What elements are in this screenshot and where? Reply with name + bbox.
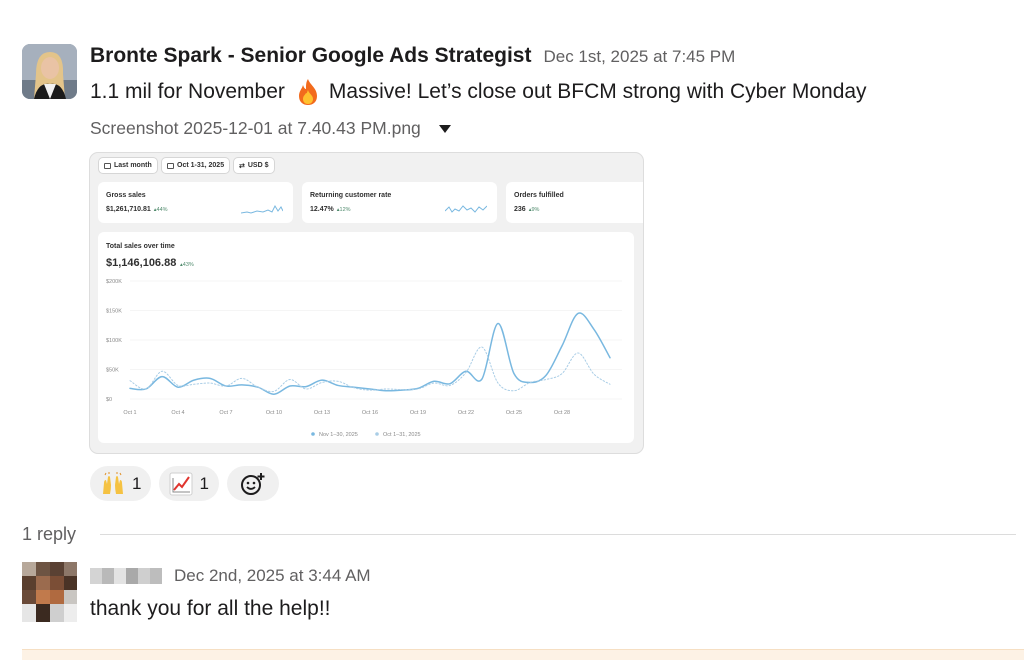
- message-header: Bronte Spark - Senior Google Ads Strateg…: [90, 44, 735, 70]
- legend-swatch: [311, 432, 315, 436]
- y-tick-label: $50K: [106, 368, 119, 374]
- kpi-value: 236 ▴9%: [514, 206, 540, 213]
- reply-author-avatar[interactable]: [22, 562, 77, 622]
- reaction-count: 1: [132, 473, 142, 493]
- x-tick-label: Oct 4: [171, 410, 184, 416]
- legend-label: Nov 1–30, 2025: [319, 432, 358, 438]
- thread-divider: 1 reply: [22, 524, 1016, 545]
- x-tick-label: Oct 22: [458, 410, 474, 416]
- kpi-value: 12.47% ▴12%: [310, 206, 351, 213]
- kpi-label: Returning customer rate: [310, 192, 392, 199]
- legend-swatch: [375, 432, 379, 436]
- reactions-bar: 1 1: [90, 466, 279, 501]
- reply-text: thank you for all the help!!: [90, 597, 331, 620]
- x-tick-label: Oct 1: [123, 410, 136, 416]
- legend-label: Oct 1–31, 2025: [383, 432, 421, 438]
- kpi-label: Gross sales: [106, 192, 146, 199]
- kpi-card-returning-rate: Returning customer rate 12.47% ▴12%: [302, 182, 497, 223]
- fire-emoji-icon: [298, 79, 317, 105]
- series-line-current: [129, 312, 611, 396]
- divider-line: [100, 534, 1016, 535]
- message-text-part2: Massive! Let’s close out BFCM strong wit…: [328, 80, 867, 103]
- sparkline-icon: [241, 204, 283, 214]
- author-name[interactable]: Bronte Spark - Senior Google Ads Strateg…: [90, 44, 531, 68]
- calendar-icon: [104, 162, 111, 169]
- author-avatar[interactable]: [22, 44, 77, 99]
- kpi-value: $1,261,710.81 ▴44%: [106, 206, 168, 213]
- reaction-raised-hands[interactable]: 1: [90, 466, 152, 501]
- kpi-card-orders-fulfilled: Orders fulfilled 236 ▴9%: [506, 182, 643, 223]
- sparkline-icon: [445, 205, 487, 213]
- chart-increasing-icon: [169, 472, 193, 495]
- reply-header: Dec 2nd, 2025 at 3:44 AM: [90, 566, 371, 586]
- attachment-filename[interactable]: Screenshot 2025-12-01 at 7.40.43 PM.png: [90, 118, 421, 139]
- add-reaction-button[interactable]: [226, 466, 279, 501]
- x-tick-label: Oct 7: [219, 410, 232, 416]
- kpi-label: Orders fulfilled: [514, 192, 564, 199]
- x-tick-label: Oct 28: [554, 410, 570, 416]
- collapse-caret-icon[interactable]: [438, 124, 451, 133]
- message-text: 1.1 mil for November Massive! Let’s clos…: [90, 77, 867, 107]
- filter-currency-label: USD $: [247, 162, 269, 169]
- chart-title: Total sales over time: [106, 243, 175, 250]
- filter-daterange-label: Oct 1-31, 2025: [177, 162, 225, 169]
- chart-total-change: ▴43%: [180, 262, 194, 268]
- avatar-pixelated-image: [22, 562, 77, 622]
- attachment-header: Screenshot 2025-12-01 at 7.40.43 PM.png: [90, 118, 451, 139]
- x-tick-label: Oct 13: [314, 410, 330, 416]
- y-tick-label: $0: [106, 397, 112, 403]
- avatar-image: [22, 44, 77, 99]
- filter-pill-period: Last month: [98, 157, 158, 174]
- sales-chart: Total sales over time $1,146,106.88 ▴43% $2…: [106, 243, 622, 438]
- message-text-part1: 1.1 mil for November: [90, 80, 285, 103]
- filter-pill-currency: ⇄ USD $: [233, 157, 275, 174]
- x-tick-label: Oct 10: [266, 410, 282, 416]
- reaction-chart-increasing[interactable]: 1: [159, 466, 219, 501]
- filter-pill-daterange: Oct 1-31, 2025: [161, 157, 231, 174]
- attachment-image[interactable]: Last month Oct 1-31, 2025 ⇄ USD $ Gross …: [89, 152, 644, 454]
- message-timestamp[interactable]: Dec 1st, 2025 at 7:45 PM: [543, 47, 735, 67]
- add-reaction-icon: [240, 472, 265, 495]
- sales-chart-card: Total sales over time $1,146,106.88 ▴43% $2…: [98, 232, 634, 443]
- kpi-card-gross-sales: Gross sales $1,261,710.81 ▴44%: [98, 182, 293, 223]
- y-tick-label: $100K: [106, 338, 122, 344]
- reaction-count: 1: [199, 473, 209, 493]
- y-tick-label: $200K: [106, 279, 122, 285]
- raised-hands-icon: [103, 471, 123, 494]
- reply-author-name-redacted[interactable]: [90, 568, 162, 584]
- filter-period-label: Last month: [114, 162, 152, 169]
- x-tick-label: Oct 19: [410, 410, 426, 416]
- chart-total: $1,146,106.88: [106, 257, 176, 269]
- currency-icon: ⇄: [239, 162, 245, 170]
- reply-timestamp[interactable]: Dec 2nd, 2025 at 3:44 AM: [174, 566, 371, 586]
- x-tick-label: Oct 25: [506, 410, 522, 416]
- y-tick-label: $150K: [106, 309, 122, 315]
- reply-count[interactable]: 1 reply: [22, 524, 76, 545]
- calendar-icon: [167, 162, 174, 169]
- x-tick-label: Oct 16: [362, 410, 378, 416]
